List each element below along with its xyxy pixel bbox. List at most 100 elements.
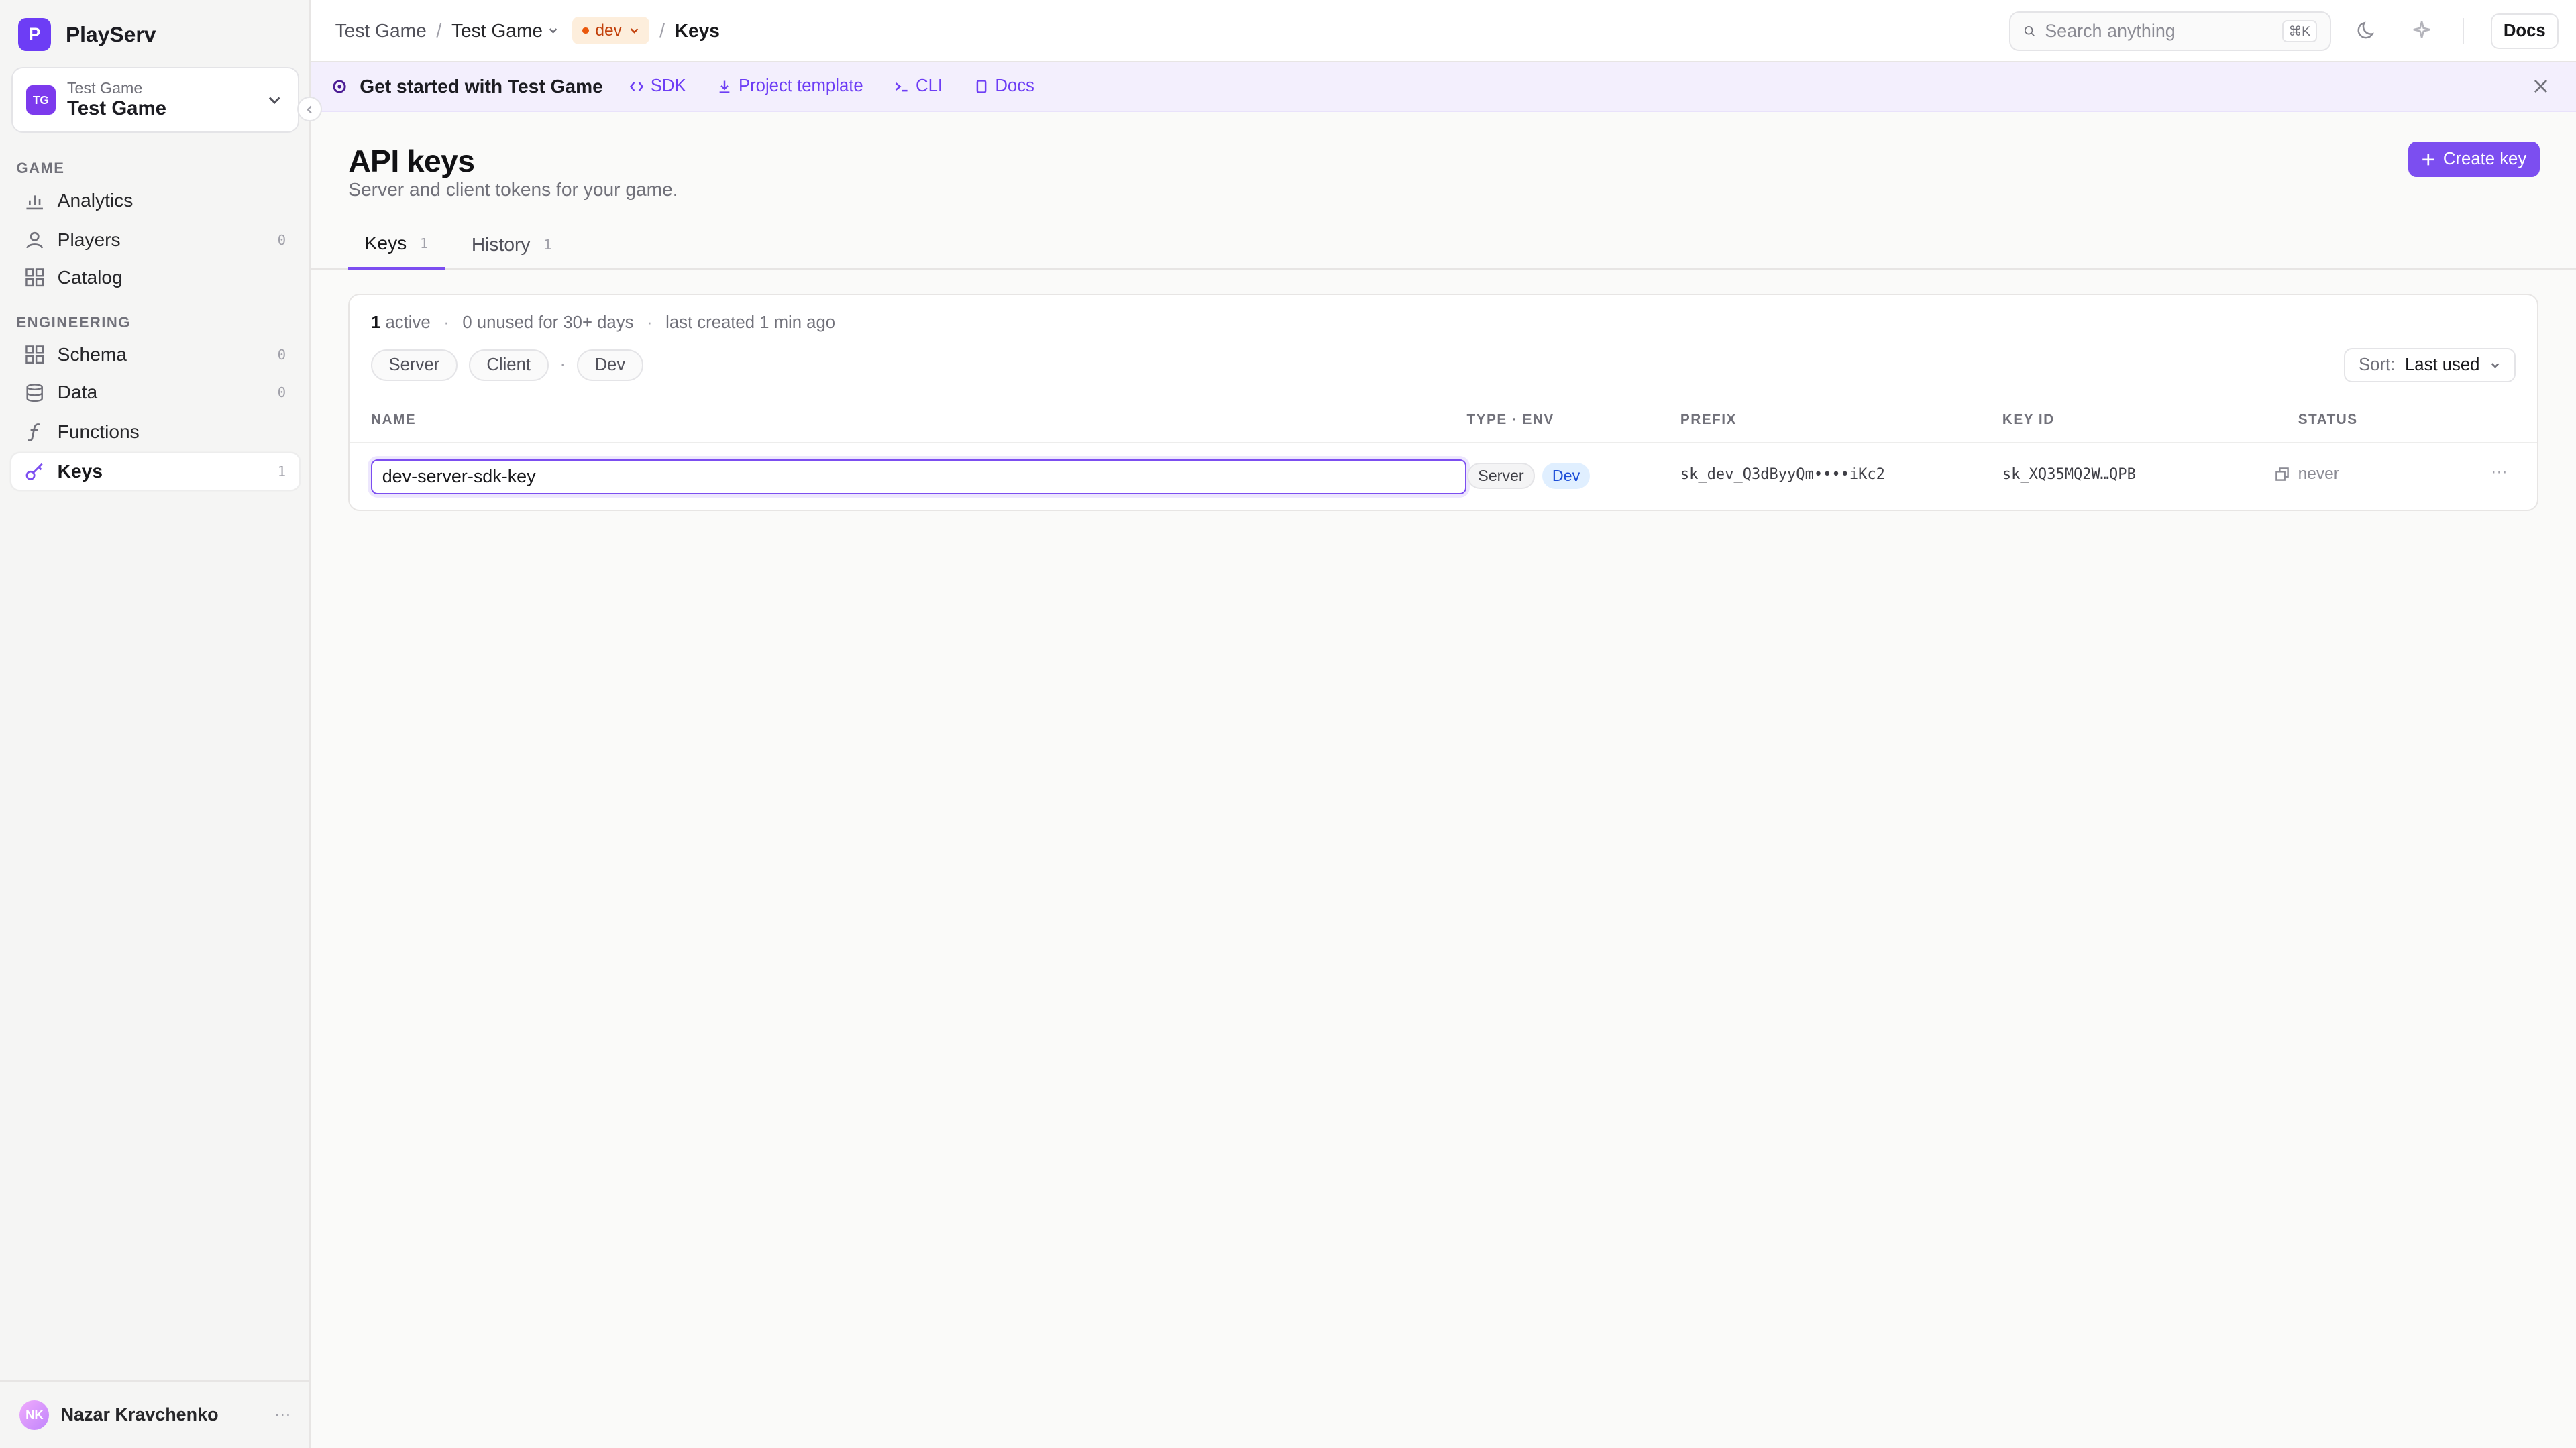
sort-select[interactable]: Sort: Last used <box>2344 347 2516 383</box>
brand-name: PlayServ <box>65 21 156 46</box>
more-icon[interactable]: ··· <box>274 1406 290 1425</box>
tab-count: 1 <box>543 236 552 253</box>
filter-separator: · <box>559 355 566 374</box>
plus-icon <box>2422 153 2434 166</box>
moon-icon[interactable] <box>2356 18 2379 41</box>
sidebar-footer[interactable]: NK Nazar Kravchenko ··· <box>0 1380 311 1447</box>
sidebar-item-label: Keys <box>57 460 103 482</box>
key-status-label: never <box>2298 464 2339 483</box>
banner-link-sdk[interactable]: SDK <box>629 76 686 96</box>
page-title: API keys <box>348 144 475 179</box>
sidebar-item-label: Functions <box>57 421 140 443</box>
banner-link-project-template[interactable]: Project template <box>717 76 863 96</box>
docs-button[interactable]: Docs <box>2490 13 2559 50</box>
collapse-sidebar-button[interactable] <box>297 97 322 122</box>
filter-dev[interactable]: Dev <box>576 349 643 381</box>
table-header: NAME TYPE · ENV PREFIX KEY ID STATUS <box>350 407 2537 443</box>
search-input[interactable] <box>2045 21 2283 42</box>
banner-link-docs[interactable]: Docs <box>974 76 1034 96</box>
env-label: dev <box>595 21 622 40</box>
close-icon[interactable] <box>2532 77 2550 95</box>
chevron-down-icon <box>549 28 557 34</box>
tab-keys[interactable]: Keys 1 <box>348 220 445 270</box>
key-env-badge: Dev <box>1542 463 1590 490</box>
env-selector[interactable]: dev <box>572 16 650 45</box>
banner-link-label: SDK <box>650 76 686 96</box>
sidebar-item-label: Data <box>57 382 98 403</box>
breadcrumb-separator: / <box>436 19 442 41</box>
row-more-icon[interactable]: ··· <box>2491 463 2507 482</box>
table-row: Server Dev sk_dev_Q3dByyQm••••iKc2 sk_XQ… <box>350 443 2537 509</box>
tab-count: 1 <box>419 235 429 252</box>
sidebar-item-count: 0 <box>277 346 286 363</box>
project-subtitle: Test Game <box>66 78 143 97</box>
sidebar-item-count: 0 <box>277 231 286 248</box>
sort-value: Last used <box>2405 355 2480 374</box>
user-icon <box>25 230 44 249</box>
banner-link-cli[interactable]: CLI <box>894 76 943 96</box>
search-shortcut: ⌘K <box>2282 20 2317 42</box>
sidebar-item-count: 1 <box>277 463 286 480</box>
breadcrumb-separator: / <box>659 19 665 41</box>
sparkle-icon[interactable] <box>2410 18 2433 41</box>
active-count: 1 <box>371 313 381 333</box>
keys-card: 1 active · 0 unused for 30+ days · last … <box>348 294 2538 511</box>
key-name-input[interactable] <box>371 459 1467 494</box>
getting-started-banner: Get started with Test Game SDK Project t… <box>310 62 2576 112</box>
sidebar-item-label: Players <box>57 229 121 250</box>
breadcrumb-project-label: Test Game <box>451 19 543 41</box>
sidebar-item-catalog[interactable]: Catalog <box>11 260 299 296</box>
tab-label: History <box>471 233 531 255</box>
key-type-badge: Server <box>1466 463 1536 490</box>
project-switcher[interactable]: TG Test Game Test Game <box>11 67 299 133</box>
column-key-id: KEY ID <box>2002 412 2055 428</box>
filter-server[interactable]: Server <box>371 349 458 381</box>
banner-link-label: Docs <box>995 76 1034 96</box>
sidebar-item-data[interactable]: Data 0 <box>11 374 299 410</box>
sidebar-item-keys[interactable]: Keys 1 <box>11 453 299 490</box>
sidebar-item-functions[interactable]: Functions <box>11 414 299 450</box>
sidebar-item-label: Catalog <box>57 266 123 288</box>
nav-section-engineering: ENGINEERING <box>16 313 131 331</box>
avatar: NK <box>19 1400 50 1430</box>
copy-icon[interactable] <box>2275 467 2290 482</box>
project-text: Test Game Test Game <box>67 79 166 122</box>
search-bar[interactable]: ⌘K <box>2009 11 2332 51</box>
sidebar-item-players[interactable]: Players 0 <box>11 222 299 258</box>
chevron-down-icon <box>2491 363 2500 368</box>
code-icon <box>629 81 644 91</box>
target-icon <box>333 80 346 93</box>
page-subtitle: Server and client tokens for your game. <box>348 178 678 200</box>
chevron-down-icon <box>630 28 638 34</box>
database-icon <box>25 383 44 402</box>
filter-client[interactable]: Client <box>468 349 549 381</box>
search-icon <box>2024 26 2035 36</box>
topbar: Test Game / Test Game dev / Keys ⌘K Docs <box>310 0 2576 63</box>
topbar-divider <box>2463 17 2465 45</box>
breadcrumb-project[interactable]: Test Game <box>451 20 559 42</box>
create-key-button[interactable]: Create key <box>2408 141 2540 178</box>
column-status: STATUS <box>2298 412 2358 428</box>
sidebar-item-analytics[interactable]: Analytics <box>11 182 299 219</box>
chevron-down-icon <box>269 97 280 104</box>
chevron-left-icon <box>307 105 312 113</box>
bar-chart-icon <box>25 190 44 210</box>
last-created-stat: last created 1 min ago <box>665 313 836 333</box>
book-icon <box>976 79 986 93</box>
tab-history[interactable]: History 1 <box>455 220 568 269</box>
nav-section-game: GAME <box>16 159 65 176</box>
sidebar-item-schema[interactable]: Schema 0 <box>11 337 299 373</box>
grid-icon <box>25 345 44 364</box>
function-icon <box>25 422 44 442</box>
breadcrumb-org[interactable]: Test Game <box>335 20 427 42</box>
sort-label: Sort: <box>2359 355 2396 374</box>
column-prefix: PREFIX <box>1680 412 1737 428</box>
active-label: active <box>385 313 431 333</box>
stats-separator: · <box>647 313 653 333</box>
unused-stat: 0 unused for 30+ days <box>462 313 634 333</box>
key-status: never <box>2275 465 2339 484</box>
banner-link-label: CLI <box>916 76 943 96</box>
column-type-env: TYPE · ENV <box>1466 412 1554 428</box>
brand[interactable]: P PlayServ <box>17 17 156 51</box>
key-id[interactable]: sk_XQ35MQ2W…QPB <box>2002 466 2136 483</box>
